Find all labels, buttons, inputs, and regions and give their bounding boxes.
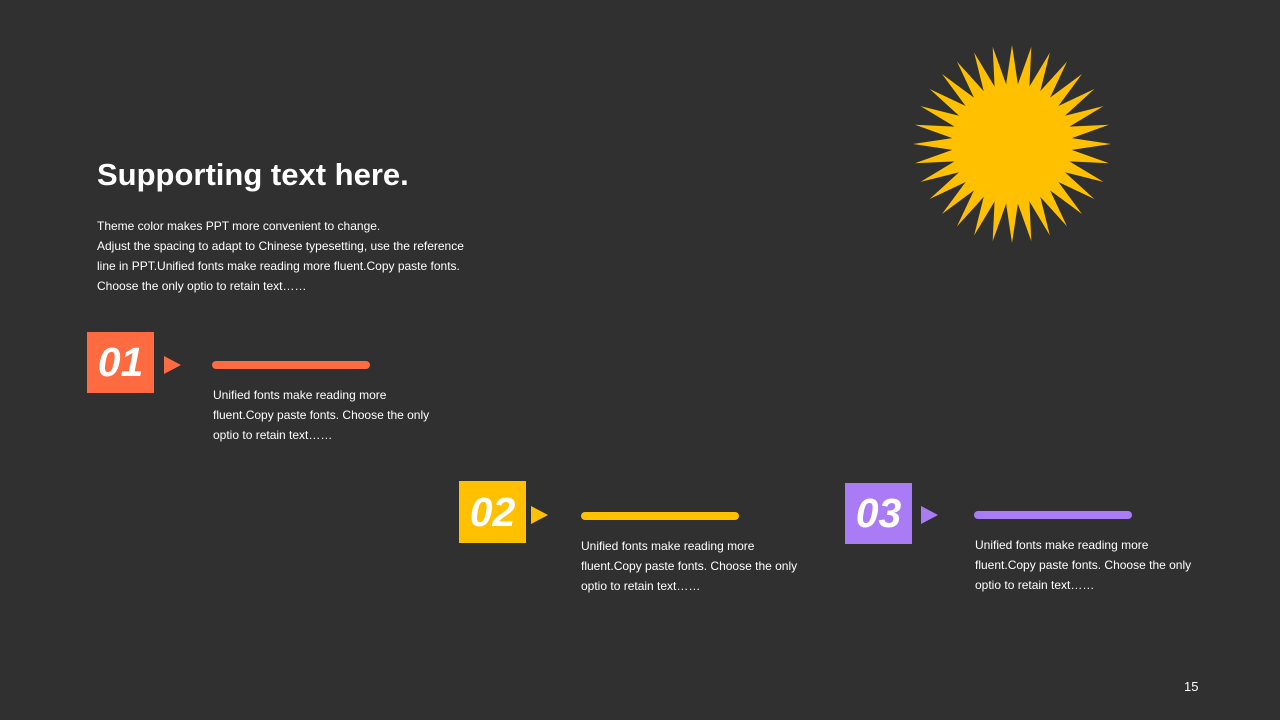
intro-line: line in PPT.Unified fonts make reading m…: [97, 259, 460, 273]
intro-line: Adjust the spacing to adapt to Chinese t…: [97, 239, 464, 253]
slide: Supporting text here. Theme color makes …: [0, 0, 1280, 720]
slide-title: Supporting text here.: [97, 157, 409, 192]
step-1-number-badge: 01: [87, 332, 154, 393]
step-1-arrow-icon: [164, 356, 181, 374]
intro-paragraph: Theme color makes PPT more convenient to…: [97, 216, 497, 296]
step-3-line: Unified fonts make reading more: [975, 538, 1149, 552]
step-3-line: optio to retain text……: [975, 578, 1095, 592]
step-3-description: Unified fonts make reading more fluent.C…: [975, 535, 1191, 595]
intro-line: Choose the only optio to retain text……: [97, 279, 307, 293]
sun-burst-icon: [913, 45, 1111, 243]
step-2-arrow-icon: [531, 506, 548, 524]
step-2-accent-bar: [581, 512, 739, 520]
page-number: 15: [1184, 679, 1199, 694]
intro-line: Theme color makes PPT more convenient to…: [97, 219, 381, 233]
step-3-arrow-icon: [921, 506, 938, 524]
sun-burst-shape: [913, 45, 1111, 243]
step-1-description: Unified fonts make reading more fluent.C…: [213, 385, 429, 445]
step-2-line: Unified fonts make reading more: [581, 539, 755, 553]
step-3-line: fluent.Copy paste fonts. Choose the only: [975, 558, 1192, 572]
step-2-line: optio to retain text……: [581, 579, 701, 593]
step-3-number-badge: 03: [845, 483, 912, 544]
step-1-line: fluent.Copy paste fonts. Choose the only: [213, 408, 430, 422]
step-2-number-badge: 02: [459, 481, 526, 543]
step-2-description: Unified fonts make reading more fluent.C…: [581, 536, 797, 596]
step-2-line: fluent.Copy paste fonts. Choose the only: [581, 559, 798, 573]
step-3-accent-bar: [974, 511, 1132, 519]
step-1-accent-bar: [212, 361, 370, 369]
step-1-line: optio to retain text……: [213, 428, 333, 442]
step-1-line: Unified fonts make reading more: [213, 388, 387, 402]
